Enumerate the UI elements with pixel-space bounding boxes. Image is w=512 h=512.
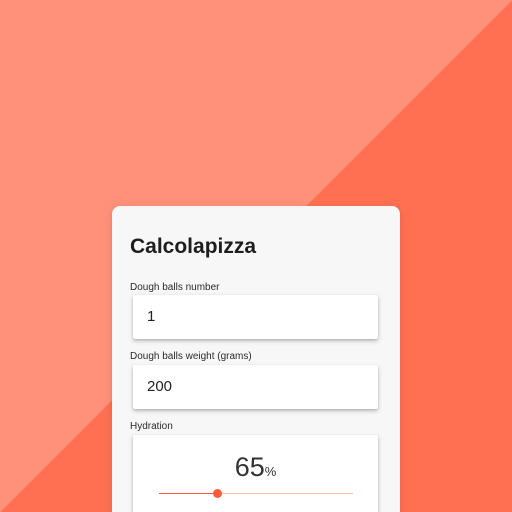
- background: Calcolapizza Dough balls number Dough ba…: [0, 0, 512, 512]
- hydration-slider-thumb[interactable]: [213, 489, 223, 498]
- hydration-label: Hydration: [130, 421, 173, 432]
- dough-balls-number-field[interactable]: [133, 295, 378, 339]
- dough-balls-weight-label: Dough balls weight (grams): [130, 351, 252, 362]
- page-title: Calcolapizza: [130, 235, 257, 258]
- hydration-unit: %: [264, 464, 277, 479]
- hydration-slider-fill: [159, 493, 218, 494]
- hydration-control: 65%: [133, 435, 378, 512]
- calculator-card: Calcolapizza Dough balls number Dough ba…: [112, 206, 400, 512]
- dough-balls-weight-input[interactable]: [147, 379, 347, 395]
- hydration-slider[interactable]: [159, 489, 353, 498]
- hydration-value-display: 65%: [133, 452, 378, 483]
- dough-balls-weight-field[interactable]: [133, 365, 378, 409]
- dough-balls-number-label: Dough balls number: [130, 282, 220, 293]
- dough-balls-number-input[interactable]: [147, 309, 347, 325]
- hydration-value: 65: [234, 452, 265, 482]
